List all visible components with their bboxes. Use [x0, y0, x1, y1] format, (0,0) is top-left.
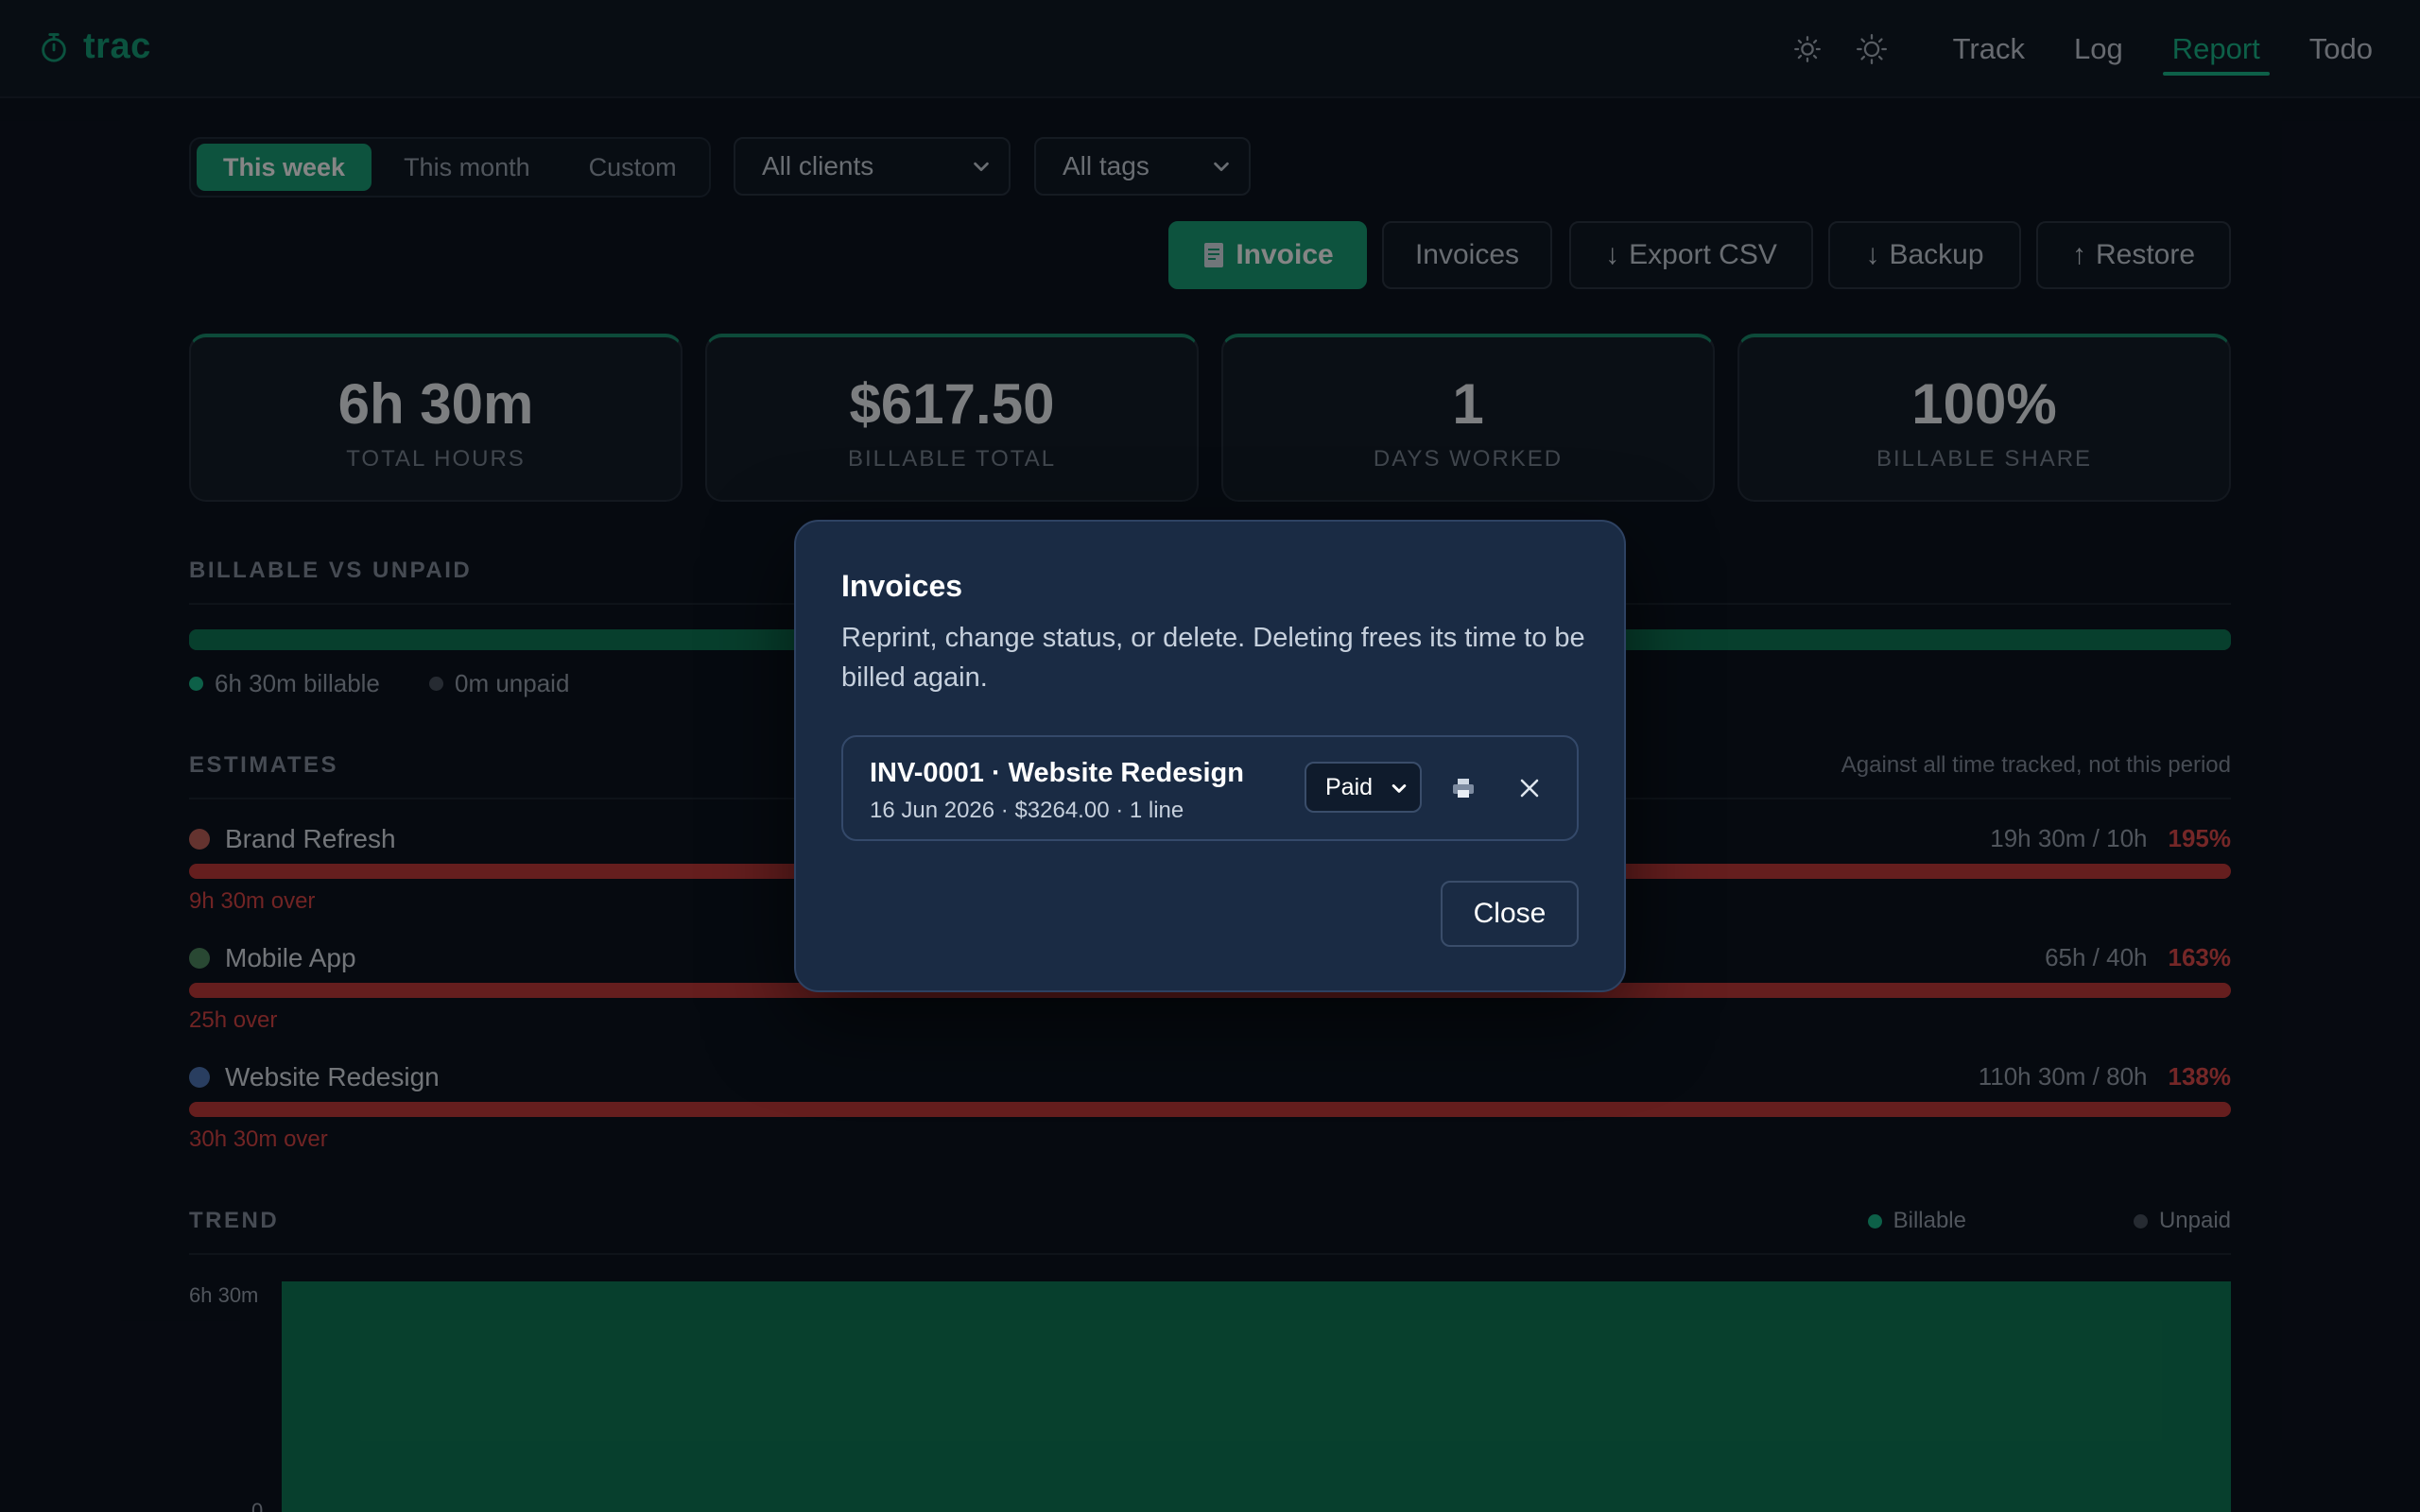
close-button[interactable]: Close [1441, 881, 1579, 947]
invoices-modal: Invoices Reprint, change status, or dele… [794, 520, 1626, 992]
invoice-status-select[interactable]: Paid [1305, 762, 1422, 813]
close-icon [1520, 779, 1539, 798]
invoice-title: INV-0001 · Website Redesign [870, 758, 1244, 788]
invoice-row: INV-0001 · Website Redesign 16 Jun 2026 … [841, 735, 1579, 841]
printer-icon [1453, 779, 1474, 798]
invoice-status-value: Paid [1325, 773, 1374, 800]
reprint-button[interactable] [1444, 769, 1482, 807]
delete-invoice-button[interactable] [1509, 767, 1550, 809]
chevron-down-icon [1392, 784, 1407, 793]
invoice-meta: 16 Jun 2026 · $3264.00 · 1 line [870, 798, 1184, 823]
modal-title: Invoices [841, 569, 963, 603]
modal-description: Reprint, change status, or delete. Delet… [841, 623, 1585, 693]
